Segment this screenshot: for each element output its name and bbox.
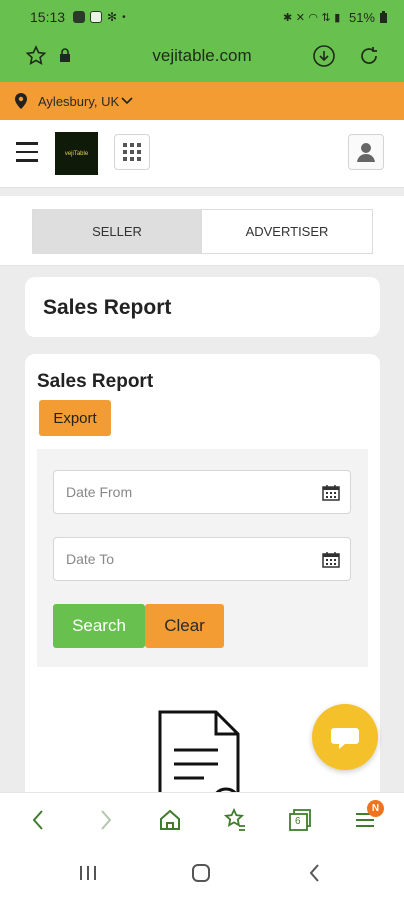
recent-apps-icon[interactable] <box>76 862 100 884</box>
notification-icons: ✻ • <box>73 10 126 24</box>
page-title-card: Sales Report <box>25 277 380 337</box>
status-bar: 15:13 ✻ • ✱ ✕ ◠ ⇅ ▮ 51% <box>0 0 404 34</box>
location-label: Aylesbury, UK <box>38 93 120 109</box>
tabs-button[interactable]: 6 <box>287 807 313 833</box>
chevron-down-icon <box>121 97 133 105</box>
tab-seller[interactable]: SELLER <box>32 209 202 254</box>
location-selector[interactable]: Aylesbury, UK <box>0 82 404 120</box>
site-logo[interactable]: vejiTable <box>55 132 98 175</box>
clear-button[interactable]: Clear <box>145 604 224 648</box>
map-pin-icon <box>15 93 27 109</box>
back-nav-icon[interactable] <box>303 862 327 884</box>
date-from-placeholder: Date From <box>66 484 133 500</box>
user-icon <box>357 143 375 162</box>
bookmarks-icon[interactable] <box>222 807 248 833</box>
menu-notification-badge: N <box>367 800 384 817</box>
browser-top-bar: 15:13 ✻ • ✱ ✕ ◠ ⇅ ▮ 51% vejitable.com <box>0 0 404 82</box>
forward-arrow-icon[interactable] <box>92 807 118 833</box>
url-text[interactable]: vejitable.com <box>0 46 404 66</box>
tab-advertiser[interactable]: ADVERTISER <box>201 209 373 254</box>
fan-notification-icon: ✻ <box>107 10 118 24</box>
chat-button[interactable] <box>312 704 378 770</box>
back-arrow-icon[interactable] <box>26 807 52 833</box>
role-tabs: SELLER ADVERTISER <box>0 196 404 266</box>
date-filter-panel: Date From Date To Search Clear <box>37 449 368 667</box>
date-from-field[interactable]: Date From <box>53 470 351 514</box>
home-icon[interactable] <box>157 807 183 833</box>
search-button[interactable]: Search <box>53 604 145 648</box>
logo-text: vejiTable <box>64 150 89 157</box>
home-nav-icon[interactable] <box>189 862 213 884</box>
report-title: Sales Report <box>37 371 154 392</box>
connectivity-icons: ✱ ✕ ◠ ⇅ ▮ <box>283 11 340 24</box>
svg-text:✱ ✕ ◠ ⇅ ▮: ✱ ✕ ◠ ⇅ ▮ <box>283 11 340 24</box>
menu-hamburger-icon[interactable] <box>16 142 38 162</box>
site-header: vejiTable <box>0 120 404 188</box>
date-to-field[interactable]: Date To <box>53 537 351 581</box>
status-time: 15:13 <box>30 9 66 25</box>
v-notification-icon <box>90 11 103 23</box>
url-bar[interactable]: vejitable.com <box>0 34 404 78</box>
calendar-icon[interactable] <box>322 484 340 501</box>
download-icon[interactable] <box>312 44 336 68</box>
apps-grid-button[interactable] <box>114 134 150 170</box>
chat-bubble-icon <box>331 728 359 749</box>
user-account-button[interactable] <box>348 134 384 170</box>
battery-level: 51% <box>348 9 375 25</box>
refresh-icon[interactable] <box>357 44 381 68</box>
battery-icon <box>380 11 387 23</box>
dot-notification-icon: • <box>122 11 126 23</box>
page-title: Sales Report <box>43 296 172 319</box>
browser-bottom-toolbar: 6 <box>0 792 404 846</box>
tab-count: 6 <box>295 816 301 827</box>
date-to-placeholder: Date To <box>66 551 114 567</box>
export-button[interactable]: Export <box>39 400 111 436</box>
system-icons: ✱ ✕ ◠ ⇅ ▮ 51% <box>283 10 388 25</box>
shield-notification-icon <box>73 11 86 23</box>
system-navigation-bar <box>0 846 404 900</box>
calendar-icon[interactable] <box>322 551 340 568</box>
